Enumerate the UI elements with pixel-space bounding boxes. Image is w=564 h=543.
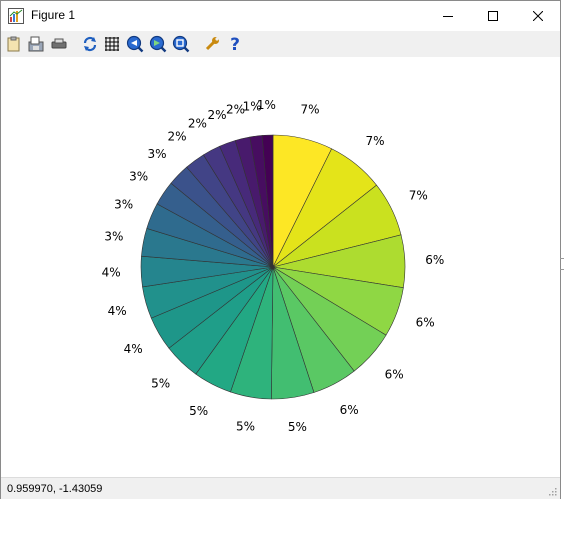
slice-percent-label: 2%: [207, 108, 226, 122]
close-icon: [532, 11, 543, 21]
slice-percent-label: 4%: [124, 342, 143, 356]
pie-chart: 7%7%7%6%6%6%6%5%5%5%5%4%4%4%3%3%3%3%2%2%…: [102, 98, 445, 434]
slice-percent-label: 4%: [108, 304, 127, 318]
zoom-fit-button[interactable]: [171, 34, 191, 54]
close-button[interactable]: [515, 1, 560, 31]
help-icon: ?: [230, 35, 240, 53]
refresh-button[interactable]: [80, 34, 100, 54]
slice-percent-label: 6%: [425, 253, 444, 267]
zoom-fit-icon: [172, 35, 190, 53]
figure-toolbar: ?: [1, 31, 560, 57]
save-button[interactable]: [26, 34, 46, 54]
minimize-icon: [442, 16, 453, 17]
slice-percent-label: 2%: [167, 130, 186, 144]
plot-canvas[interactable]: 7% 7% 7% 6% 6% 6% 6% 5% 5% 5% 5% 4% 4% 4% 3% 3% 3% 3% 2% 2%…: [1, 57, 560, 477]
slice-percent-label: 6%: [416, 316, 435, 330]
slice-percent-label: 5%: [236, 420, 255, 434]
window-title: Figure 1: [31, 8, 76, 22]
slice-percent-label: 3%: [114, 197, 133, 211]
slice-percent-label: 5%: [151, 377, 170, 391]
title-bar[interactable]: Figure 1: [1, 1, 560, 31]
slice-percent-label: 3%: [129, 170, 148, 184]
figure-window: Figure 1 ? 7% 7% 7% 6% 6% 6% 6% 5% 5% 5%…: [0, 0, 561, 499]
print-icon: [51, 38, 67, 49]
print-button[interactable]: [49, 34, 69, 54]
slice-percent-label: 7%: [365, 134, 384, 148]
refresh-icon: [83, 36, 97, 52]
zoom-out-button[interactable]: [148, 34, 168, 54]
slice-percent-label: 2%: [188, 117, 207, 131]
maximize-button[interactable]: [470, 1, 515, 31]
slice-percent-label: 5%: [288, 420, 307, 434]
status-bar: 0.959970, -1.43059: [1, 477, 560, 499]
slice-percent-label: 7%: [409, 189, 428, 203]
slice-percent-label: 3%: [104, 230, 123, 244]
svg-text:?: ?: [230, 35, 240, 53]
copy-icon: [7, 36, 20, 52]
grid-icon: [105, 37, 119, 51]
figure-app-icon: [8, 8, 24, 24]
cursor-coordinates: 0.959970, -1.43059: [7, 483, 103, 495]
maximize-icon: [487, 11, 498, 21]
slice-percent-label: 3%: [147, 147, 166, 161]
settings-wrench-icon: [205, 37, 219, 51]
slice-percent-label: 4%: [102, 266, 121, 280]
slice-percent-label: 1%: [257, 98, 276, 112]
slice-percent-label: 5%: [189, 404, 208, 418]
save-icon: [28, 36, 44, 52]
slice-percent-label: 7%: [300, 102, 319, 116]
zoom-in-button[interactable]: [125, 34, 145, 54]
grid-button[interactable]: [102, 34, 122, 54]
zoom-out-icon: [149, 35, 167, 53]
settings-button[interactable]: [202, 34, 222, 54]
resize-grip-icon[interactable]: [547, 486, 557, 496]
pie-slices-group: [140, 134, 406, 400]
zoom-in-icon: [126, 35, 144, 53]
window-edge-marker: [560, 258, 564, 270]
help-button[interactable]: ?: [225, 34, 245, 54]
copy-button[interactable]: [4, 34, 24, 54]
minimize-button[interactable]: [425, 1, 470, 31]
slice-percent-label: 6%: [385, 368, 404, 382]
slice-percent-label: 6%: [340, 403, 359, 417]
